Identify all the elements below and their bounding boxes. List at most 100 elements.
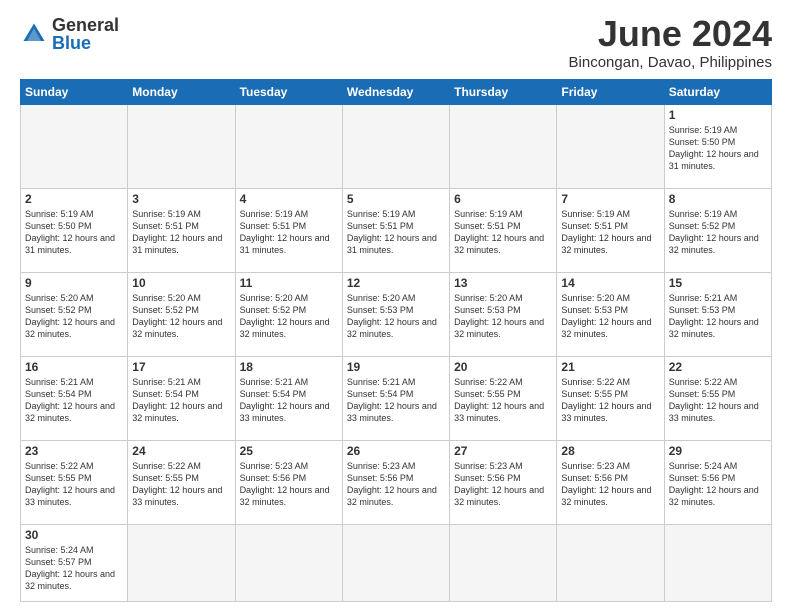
col-header-tuesday: Tuesday bbox=[235, 80, 342, 105]
day-info: Sunrise: 5:20 AM Sunset: 5:52 PM Dayligh… bbox=[132, 292, 230, 341]
calendar-cell: 30 Sunrise: 5:24 AM Sunset: 5:57 PM Dayli… bbox=[21, 524, 128, 601]
day-info: Sunrise: 5:22 AM Sunset: 5:55 PM Dayligh… bbox=[561, 376, 659, 425]
day-number: 1 bbox=[669, 108, 767, 122]
calendar-cell: 21Sunrise: 5:22 AM Sunset: 5:55 PM Dayli… bbox=[557, 356, 664, 440]
week-row: 9 Sunrise: 5:20 AM Sunset: 5:52 PM Daylig… bbox=[21, 272, 772, 356]
week-row: 30 Sunrise: 5:24 AM Sunset: 5:57 PM Dayli… bbox=[21, 524, 772, 601]
month-title: June 2024 bbox=[569, 16, 772, 52]
calendar-cell bbox=[342, 105, 449, 189]
page: General Blue June 2024 Bincongan, Davao,… bbox=[0, 0, 792, 612]
calendar-cell: 1 Sunrise: 5:19 AM Sunset: 5:50 PM Daylig… bbox=[664, 105, 771, 189]
day-info: Sunrise: 5:19 AM Sunset: 5:51 PM Dayligh… bbox=[347, 208, 445, 257]
calendar-cell: 19 Sunrise: 5:21 AM Sunset: 5:54 PM Dayli… bbox=[342, 356, 449, 440]
day-number: 8 bbox=[669, 192, 767, 206]
day-number: 14 bbox=[561, 276, 659, 290]
calendar-cell bbox=[342, 524, 449, 601]
day-info: Sunrise: 5:21 AM Sunset: 5:54 PM Dayligh… bbox=[132, 376, 230, 425]
week-row: 16Sunrise: 5:21 AM Sunset: 5:54 PM Dayli… bbox=[21, 356, 772, 440]
day-info: Sunrise: 5:23 AM Sunset: 5:56 PM Dayligh… bbox=[454, 460, 552, 509]
day-info: Sunrise: 5:19 AM Sunset: 5:50 PM Dayligh… bbox=[669, 124, 767, 173]
day-number: 12 bbox=[347, 276, 445, 290]
day-info: Sunrise: 5:20 AM Sunset: 5:53 PM Dayligh… bbox=[561, 292, 659, 341]
day-number: 4 bbox=[240, 192, 338, 206]
calendar-cell: 27 Sunrise: 5:23 AM Sunset: 5:56 PM Dayli… bbox=[450, 440, 557, 524]
calendar-cell: 6 Sunrise: 5:19 AM Sunset: 5:51 PM Daylig… bbox=[450, 188, 557, 272]
calendar-cell: 11Sunrise: 5:20 AM Sunset: 5:52 PM Dayli… bbox=[235, 272, 342, 356]
calendar-cell bbox=[128, 105, 235, 189]
day-info: Sunrise: 5:19 AM Sunset: 5:50 PM Dayligh… bbox=[25, 208, 123, 257]
day-info: Sunrise: 5:23 AM Sunset: 5:56 PM Dayligh… bbox=[240, 460, 338, 509]
calendar-cell bbox=[235, 105, 342, 189]
day-number: 29 bbox=[669, 444, 767, 458]
day-info: Sunrise: 5:22 AM Sunset: 5:55 PM Dayligh… bbox=[132, 460, 230, 509]
calendar-cell: 5Sunrise: 5:19 AM Sunset: 5:51 PM Daylig… bbox=[342, 188, 449, 272]
day-info: Sunrise: 5:21 AM Sunset: 5:54 PM Dayligh… bbox=[25, 376, 123, 425]
calendar-cell: 10Sunrise: 5:20 AM Sunset: 5:52 PM Dayli… bbox=[128, 272, 235, 356]
day-info: Sunrise: 5:22 AM Sunset: 5:55 PM Dayligh… bbox=[669, 376, 767, 425]
day-info: Sunrise: 5:21 AM Sunset: 5:54 PM Dayligh… bbox=[240, 376, 338, 425]
day-info: Sunrise: 5:20 AM Sunset: 5:52 PM Dayligh… bbox=[25, 292, 123, 341]
day-info: Sunrise: 5:20 AM Sunset: 5:53 PM Dayligh… bbox=[347, 292, 445, 341]
day-number: 19 bbox=[347, 360, 445, 374]
calendar-cell: 8 Sunrise: 5:19 AM Sunset: 5:52 PM Daylig… bbox=[664, 188, 771, 272]
calendar-cell: 7 Sunrise: 5:19 AM Sunset: 5:51 PM Daylig… bbox=[557, 188, 664, 272]
col-header-thursday: Thursday bbox=[450, 80, 557, 105]
calendar-cell bbox=[557, 105, 664, 189]
day-info: Sunrise: 5:23 AM Sunset: 5:56 PM Dayligh… bbox=[561, 460, 659, 509]
day-number: 9 bbox=[25, 276, 123, 290]
day-number: 26 bbox=[347, 444, 445, 458]
day-info: Sunrise: 5:19 AM Sunset: 5:51 PM Dayligh… bbox=[561, 208, 659, 257]
col-header-wednesday: Wednesday bbox=[342, 80, 449, 105]
day-number: 2 bbox=[25, 192, 123, 206]
calendar-cell: 26 Sunrise: 5:23 AM Sunset: 5:56 PM Dayli… bbox=[342, 440, 449, 524]
day-number: 7 bbox=[561, 192, 659, 206]
logo: General Blue bbox=[20, 16, 119, 52]
subtitle: Bincongan, Davao, Philippines bbox=[569, 54, 772, 71]
logo-blue: Blue bbox=[52, 34, 119, 52]
calendar-cell: 18 Sunrise: 5:21 AM Sunset: 5:54 PM Dayli… bbox=[235, 356, 342, 440]
day-info: Sunrise: 5:19 AM Sunset: 5:51 PM Dayligh… bbox=[454, 208, 552, 257]
calendar-cell bbox=[128, 524, 235, 601]
day-info: Sunrise: 5:22 AM Sunset: 5:55 PM Dayligh… bbox=[25, 460, 123, 509]
col-header-saturday: Saturday bbox=[664, 80, 771, 105]
calendar-cell bbox=[450, 524, 557, 601]
logo-icon bbox=[20, 20, 48, 48]
day-info: Sunrise: 5:20 AM Sunset: 5:52 PM Dayligh… bbox=[240, 292, 338, 341]
week-row: 2 Sunrise: 5:19 AM Sunset: 5:50 PM Daylig… bbox=[21, 188, 772, 272]
calendar-cell: 29 Sunrise: 5:24 AM Sunset: 5:56 PM Dayli… bbox=[664, 440, 771, 524]
day-number: 22 bbox=[669, 360, 767, 374]
day-number: 3 bbox=[132, 192, 230, 206]
day-info: Sunrise: 5:21 AM Sunset: 5:54 PM Dayligh… bbox=[347, 376, 445, 425]
calendar-cell: 23 Sunrise: 5:22 AM Sunset: 5:55 PM Dayli… bbox=[21, 440, 128, 524]
col-header-monday: Monday bbox=[128, 80, 235, 105]
calendar-cell: 16Sunrise: 5:21 AM Sunset: 5:54 PM Dayli… bbox=[21, 356, 128, 440]
day-info: Sunrise: 5:24 AM Sunset: 5:56 PM Dayligh… bbox=[669, 460, 767, 509]
calendar-cell bbox=[235, 524, 342, 601]
day-number: 25 bbox=[240, 444, 338, 458]
day-number: 23 bbox=[25, 444, 123, 458]
day-number: 30 bbox=[25, 528, 123, 542]
week-row: 23 Sunrise: 5:22 AM Sunset: 5:55 PM Dayli… bbox=[21, 440, 772, 524]
day-number: 27 bbox=[454, 444, 552, 458]
calendar-cell bbox=[21, 105, 128, 189]
header: General Blue June 2024 Bincongan, Davao,… bbox=[20, 16, 772, 71]
day-number: 6 bbox=[454, 192, 552, 206]
calendar-cell: 4Sunrise: 5:19 AM Sunset: 5:51 PM Daylig… bbox=[235, 188, 342, 272]
calendar-cell: 12 Sunrise: 5:20 AM Sunset: 5:53 PM Dayli… bbox=[342, 272, 449, 356]
day-info: Sunrise: 5:20 AM Sunset: 5:53 PM Dayligh… bbox=[454, 292, 552, 341]
calendar-cell: 22 Sunrise: 5:22 AM Sunset: 5:55 PM Dayli… bbox=[664, 356, 771, 440]
week-row: 1 Sunrise: 5:19 AM Sunset: 5:50 PM Daylig… bbox=[21, 105, 772, 189]
day-info: Sunrise: 5:24 AM Sunset: 5:57 PM Dayligh… bbox=[25, 544, 123, 593]
calendar-header-row: SundayMondayTuesdayWednesdayThursdayFrid… bbox=[21, 80, 772, 105]
day-info: Sunrise: 5:23 AM Sunset: 5:56 PM Dayligh… bbox=[347, 460, 445, 509]
calendar-cell bbox=[450, 105, 557, 189]
calendar-cell: 2 Sunrise: 5:19 AM Sunset: 5:50 PM Daylig… bbox=[21, 188, 128, 272]
day-info: Sunrise: 5:19 AM Sunset: 5:52 PM Dayligh… bbox=[669, 208, 767, 257]
day-number: 20 bbox=[454, 360, 552, 374]
day-number: 18 bbox=[240, 360, 338, 374]
title-area: June 2024 Bincongan, Davao, Philippines bbox=[569, 16, 772, 71]
day-info: Sunrise: 5:21 AM Sunset: 5:53 PM Dayligh… bbox=[669, 292, 767, 341]
calendar-cell: 3Sunrise: 5:19 AM Sunset: 5:51 PM Daylig… bbox=[128, 188, 235, 272]
calendar-cell: 14 Sunrise: 5:20 AM Sunset: 5:53 PM Dayli… bbox=[557, 272, 664, 356]
day-number: 13 bbox=[454, 276, 552, 290]
